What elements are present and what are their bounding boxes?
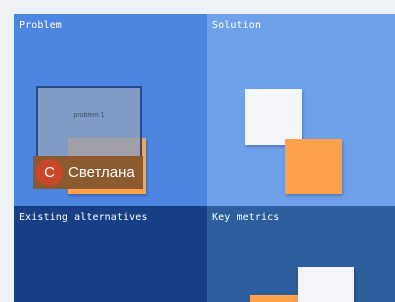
frame-label-solution: Solution <box>212 20 261 31</box>
frame-label-existing-alternatives: Existing alternatives <box>19 212 148 223</box>
whiteboard-canvas[interactable]: Problem Solution Existing alternatives K… <box>0 0 395 302</box>
frame-label-key-metrics: Key metrics <box>212 212 280 223</box>
sticky-note-orange[interactable] <box>250 295 300 302</box>
frame-existing-alternatives[interactable]: Existing alternatives <box>14 206 207 302</box>
collaborator-cursor-tag: С Светлана <box>33 156 143 189</box>
collaborator-name: Светлана <box>68 164 135 181</box>
sticky-note-selected[interactable]: problem 1 <box>36 86 142 164</box>
sticky-note-orange[interactable] <box>285 139 342 194</box>
sticky-note-white[interactable] <box>298 267 354 302</box>
frame-label-problem: Problem <box>19 20 62 31</box>
avatar: С <box>36 159 63 186</box>
sticky-note-white[interactable] <box>245 89 302 145</box>
sticky-note-text: problem 1 <box>73 112 105 119</box>
